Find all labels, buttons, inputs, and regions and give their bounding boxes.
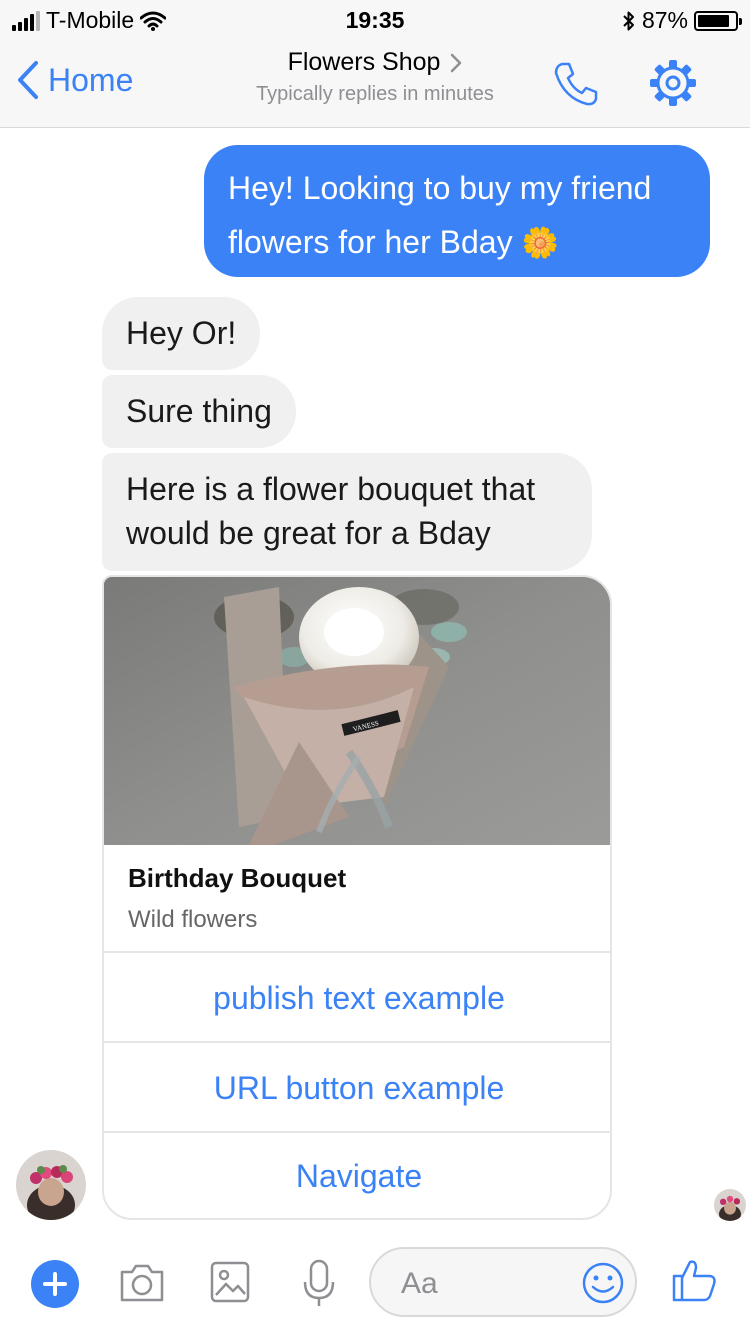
page-title: Flowers Shop [287,48,441,76]
message-input[interactable]: Aa [369,1247,637,1317]
phone-icon[interactable] [552,60,600,108]
url-button[interactable]: URL button example [104,1043,610,1133]
card-title: Birthday Bouquet [128,863,347,893]
card-info: Birthday Bouquet Wild flowers [104,845,610,953]
battery-percent: 87% [641,7,688,33]
incoming-message[interactable]: Here is a flower bouquet that would be g… [102,453,592,571]
gear-icon[interactable] [648,58,698,108]
status-bar: T-Mobile 19:35 87% [0,0,750,40]
image-icon[interactable] [209,1260,251,1304]
read-receipt-avatar [714,1189,746,1221]
read-receipt-image [714,1189,746,1221]
avatar[interactable] [16,1150,86,1220]
product-card: VANESS Birthday Bouquet Wild flowers pub… [102,575,612,1220]
card-subtitle: Wild flowers [128,906,258,933]
camera-icon[interactable] [118,1260,166,1304]
incoming-message[interactable]: Hey Or! [102,297,261,370]
message-input-placeholder: Aa [401,1267,438,1300]
chevron-right-icon [451,53,462,72]
reply-time-subtitle: Typically replies in minutes [256,83,494,105]
page-title-row: Flowers Shop [288,48,463,77]
bouquet-illustration: VANESS [104,577,610,845]
battery-icon [694,10,742,31]
microphone-icon[interactable] [302,1258,336,1308]
daisy-emoji: 🌼 [521,227,559,260]
outgoing-message[interactable]: Hey! Looking to buy my friend flowers fo… [204,145,710,277]
plus-icon[interactable] [31,1260,79,1308]
emoji-icon[interactable] [581,1261,625,1305]
conversation-header[interactable]: Flowers Shop Typically replies in minute… [0,48,750,106]
incoming-message[interactable]: Sure thing [102,375,296,448]
bouquet-image[interactable]: VANESS [104,577,610,845]
status-right: 87% [622,7,742,34]
message-text: Hey! Looking to buy my friend flowers fo… [228,170,652,260]
battery-fill [698,14,730,27]
composer-bar: Aa [0,1240,750,1334]
shop-avatar-image [16,1150,86,1220]
nav-bar: Home Flowers Shop Typically replies in m… [0,40,750,128]
thumbs-up-icon[interactable] [670,1256,718,1304]
bluetooth-icon [623,11,634,30]
publish-text-button[interactable]: publish text example [104,953,610,1043]
navigate-button[interactable]: Navigate [104,1133,610,1218]
